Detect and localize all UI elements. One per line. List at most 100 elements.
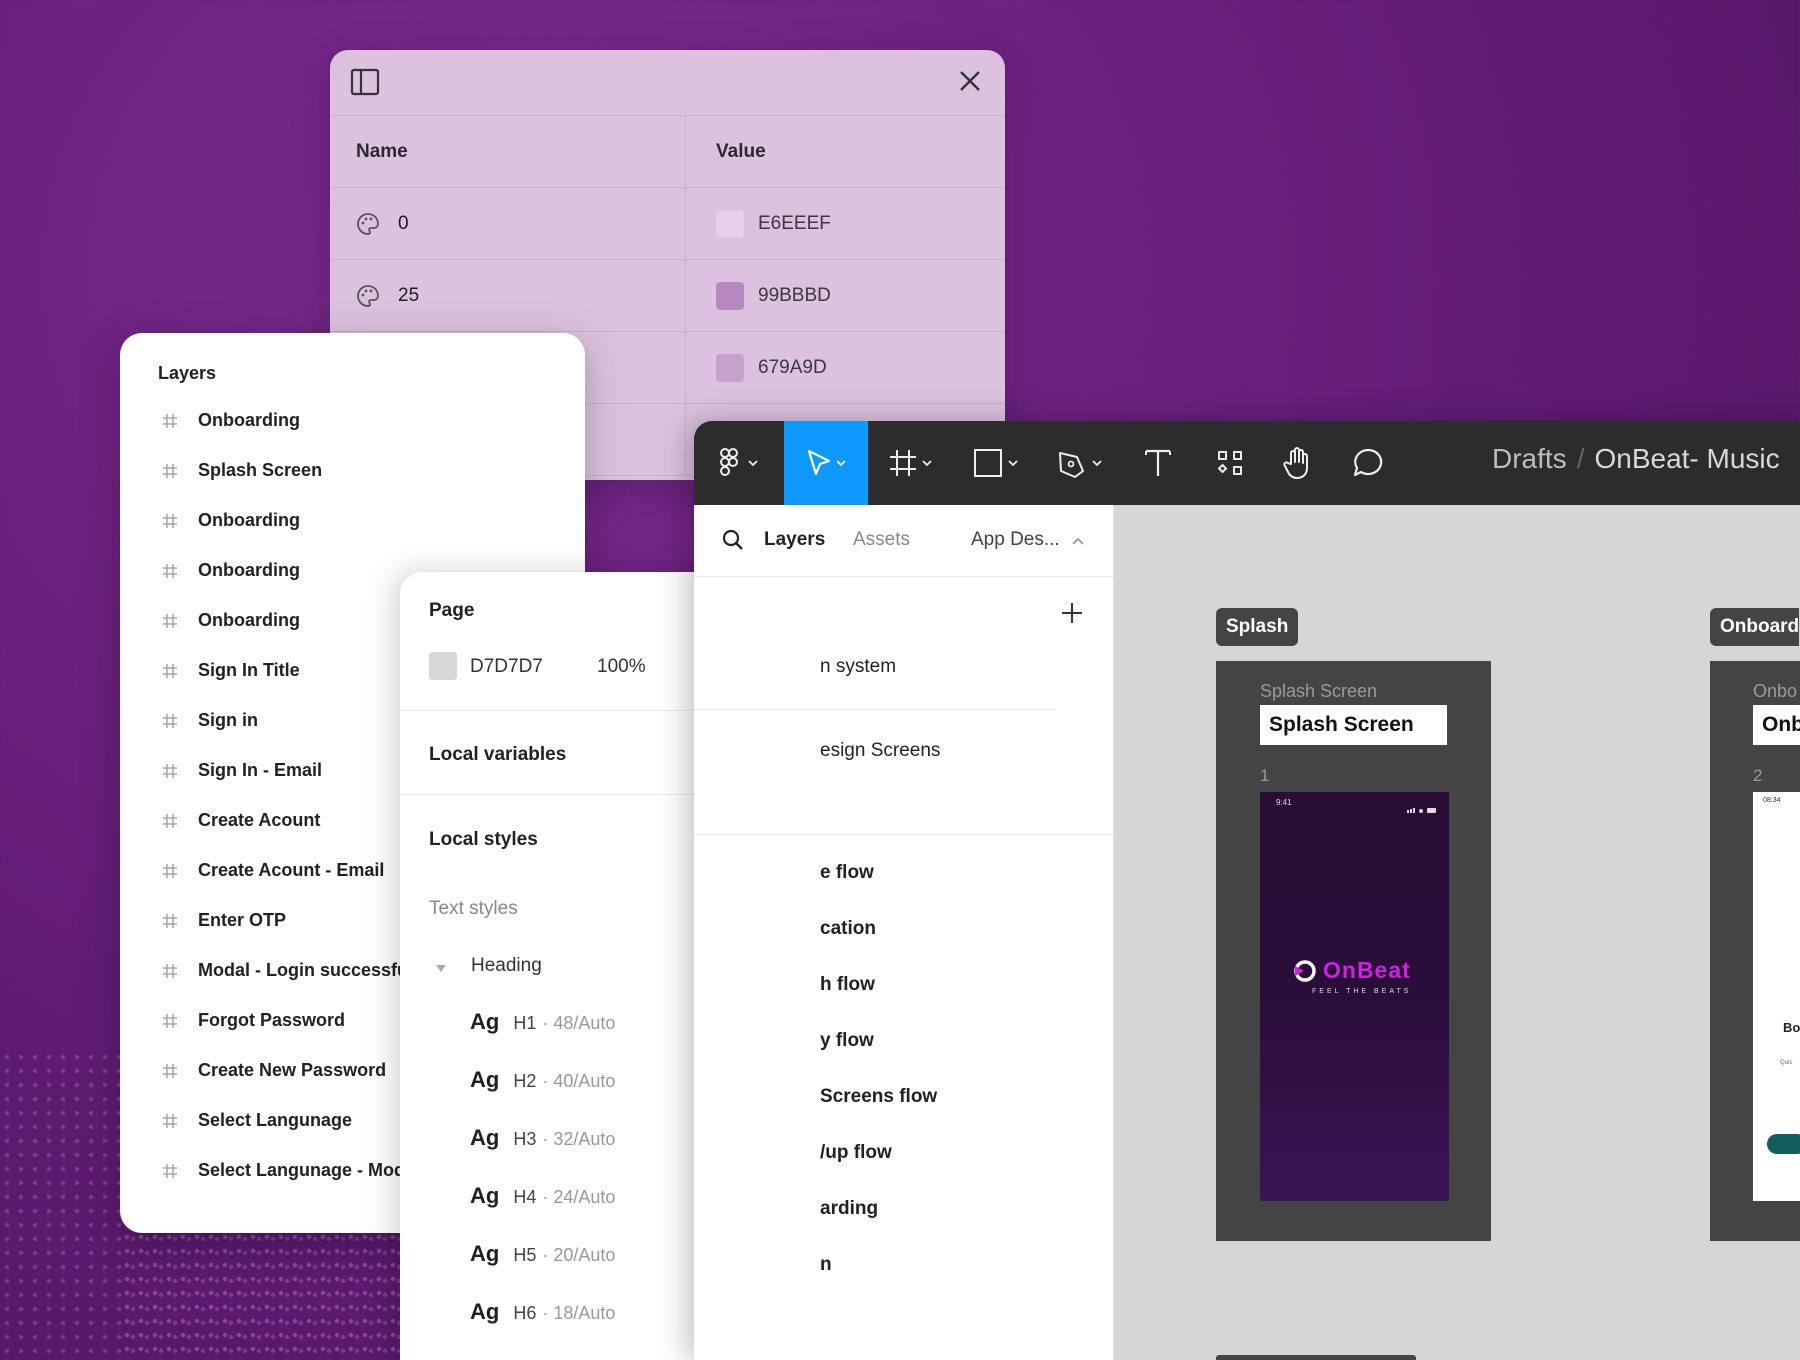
layer-item[interactable]: Select Langunage - Mod [162,1160,405,1181]
move-tool-button[interactable] [784,421,868,505]
color-swatch[interactable] [716,281,744,310]
page-item[interactable]: n system [820,656,896,678]
layer-item[interactable]: Sign In Title [162,660,300,681]
layer-name: Create Acount [198,810,321,830]
frame-hash-icon [162,913,182,929]
splash-screen-frame[interactable]: 9:41 OnBeat FEEL THE BEATS [1260,792,1449,1201]
layer-item[interactable]: Create New Password [162,1060,386,1081]
status-time: 08:34 [1763,797,1781,804]
palette-icon [356,284,380,308]
text-style-preview: Ag [470,1241,500,1266]
onboarding-screen-frame[interactable]: 08:34 Bo Quic [1753,792,1800,1201]
file-name[interactable]: OnBeat- Music [1594,443,1779,474]
frame-name-input[interactable]: Onb [1753,705,1800,745]
color-swatch[interactable] [716,209,744,238]
layer-item[interactable]: Onboarding [162,610,300,631]
page-opacity-value[interactable]: 100% [597,656,646,678]
page-item[interactable]: h flow [820,974,875,996]
breadcrumb-drafts[interactable]: Drafts [1492,443,1567,474]
layer-name: Onboarding [198,610,300,630]
frame-label-splash[interactable]: Splash [1216,608,1299,646]
layer-item[interactable]: Onboarding [162,560,300,581]
frame-number: 2 [1753,766,1763,785]
frame-tool-button[interactable] [874,421,950,505]
page-item[interactable]: n [820,1254,832,1276]
text-style-name: H4 [513,1187,537,1207]
layer-item[interactable]: Forgot Password [162,1010,345,1031]
breadcrumb: Drafts / OnBeat- Music [1492,443,1780,475]
page-item[interactable]: /up flow [820,1142,892,1164]
local-variables-title[interactable]: Local variables [429,744,566,766]
text-tool-button[interactable] [1128,421,1188,505]
layer-item[interactable]: Splash Screen [162,460,322,481]
layer-item[interactable]: Create Acount - Email [162,860,384,881]
layer-name: Sign In Title [198,660,300,680]
column-header-name: Name [330,116,686,187]
heading-group[interactable]: Heading [471,955,542,977]
text-style-item[interactable]: Ag H6 · 18/Auto [470,1299,615,1325]
comment-tool-button[interactable] [1338,421,1398,505]
tab-layers[interactable]: Layers [764,529,825,551]
chevron-up-icon[interactable] [1071,533,1085,551]
layer-item[interactable]: Modal - Login successfu [162,960,408,981]
layer-item[interactable]: Create Acount [162,810,320,831]
page-item[interactable]: esign Screens [820,740,940,762]
frame-number: 1 [1260,766,1270,785]
page-color-swatch[interactable] [429,652,457,680]
pen-tool-button[interactable] [1040,421,1120,505]
frame-hash-icon [162,513,182,529]
page-item[interactable]: y flow [820,1030,874,1052]
resources-tool-button[interactable] [1200,421,1260,505]
close-icon[interactable] [957,68,983,99]
frame-name-input[interactable]: Splash Screen [1260,705,1447,745]
onboarding-cta-button[interactable] [1767,1134,1800,1154]
variable-row[interactable]: 25 99BBBD [330,260,1005,332]
status-icons [1407,800,1437,813]
layer-item[interactable]: Select Langunage [162,1110,352,1131]
layer-item[interactable]: Sign in [162,710,258,731]
caret-down-icon[interactable] [435,960,447,978]
layer-item[interactable]: Sign In - Email [162,760,322,781]
text-style-item[interactable]: Ag H5 · 20/Auto [470,1241,615,1267]
tab-assets[interactable]: Assets [853,529,910,551]
page-item[interactable]: cation [820,918,876,940]
variable-row[interactable]: 0 E6EEEF [330,188,1005,260]
page-color-value[interactable]: D7D7D7 [470,656,543,678]
layer-name: Onboarding [198,560,300,580]
page-item[interactable]: Screens flow [820,1086,937,1108]
frame-hash-icon [162,1013,182,1029]
add-page-icon[interactable] [1060,601,1084,630]
frame-label-onboarding[interactable]: Onboard [1710,608,1800,646]
page-selector[interactable]: App Des... [971,529,1060,551]
layer-name: Forgot Password [198,1010,346,1030]
text-style-meta: · 24/Auto [542,1187,616,1207]
frame-hash-icon [162,1163,182,1179]
text-style-preview: Ag [470,1299,500,1324]
frame-hash-icon [162,963,182,979]
search-icon[interactable] [722,529,744,556]
layer-item[interactable]: Onboarding [162,410,300,431]
layer-name: Select Langunage - Mod [198,1160,406,1180]
layer-item[interactable]: Onboarding [162,510,300,531]
breadcrumb-separator: / [1576,443,1585,474]
hand-tool-button[interactable] [1268,421,1328,505]
onbeat-logo: OnBeat [1292,957,1411,984]
status-time: 9:41 [1276,798,1292,807]
layer-item[interactable]: Enter OTP [162,910,286,931]
color-swatch[interactable] [716,353,744,382]
text-style-item[interactable]: Ag H2 · 40/Auto [470,1067,615,1093]
page-item[interactable]: arding [820,1198,878,1220]
frame-title: Onbo [1753,681,1798,701]
page-item[interactable]: e flow [820,862,874,884]
text-style-preview: Ag [470,1125,500,1150]
variable-name: 0 [398,212,409,234]
layer-name: Splash Screen [198,460,323,480]
shape-tool-button[interactable] [956,421,1036,505]
text-style-item[interactable]: Ag H4 · 24/Auto [470,1183,615,1209]
sidebar-toggle-icon[interactable] [350,68,380,101]
text-style-item[interactable]: Ag H3 · 32/Auto [470,1125,615,1151]
layer-name: Enter OTP [198,910,287,930]
text-style-item[interactable]: Ag H1 · 48/Auto [470,1009,615,1035]
main-menu-button[interactable] [694,421,784,505]
logo-text: OnBeat [1323,957,1411,983]
